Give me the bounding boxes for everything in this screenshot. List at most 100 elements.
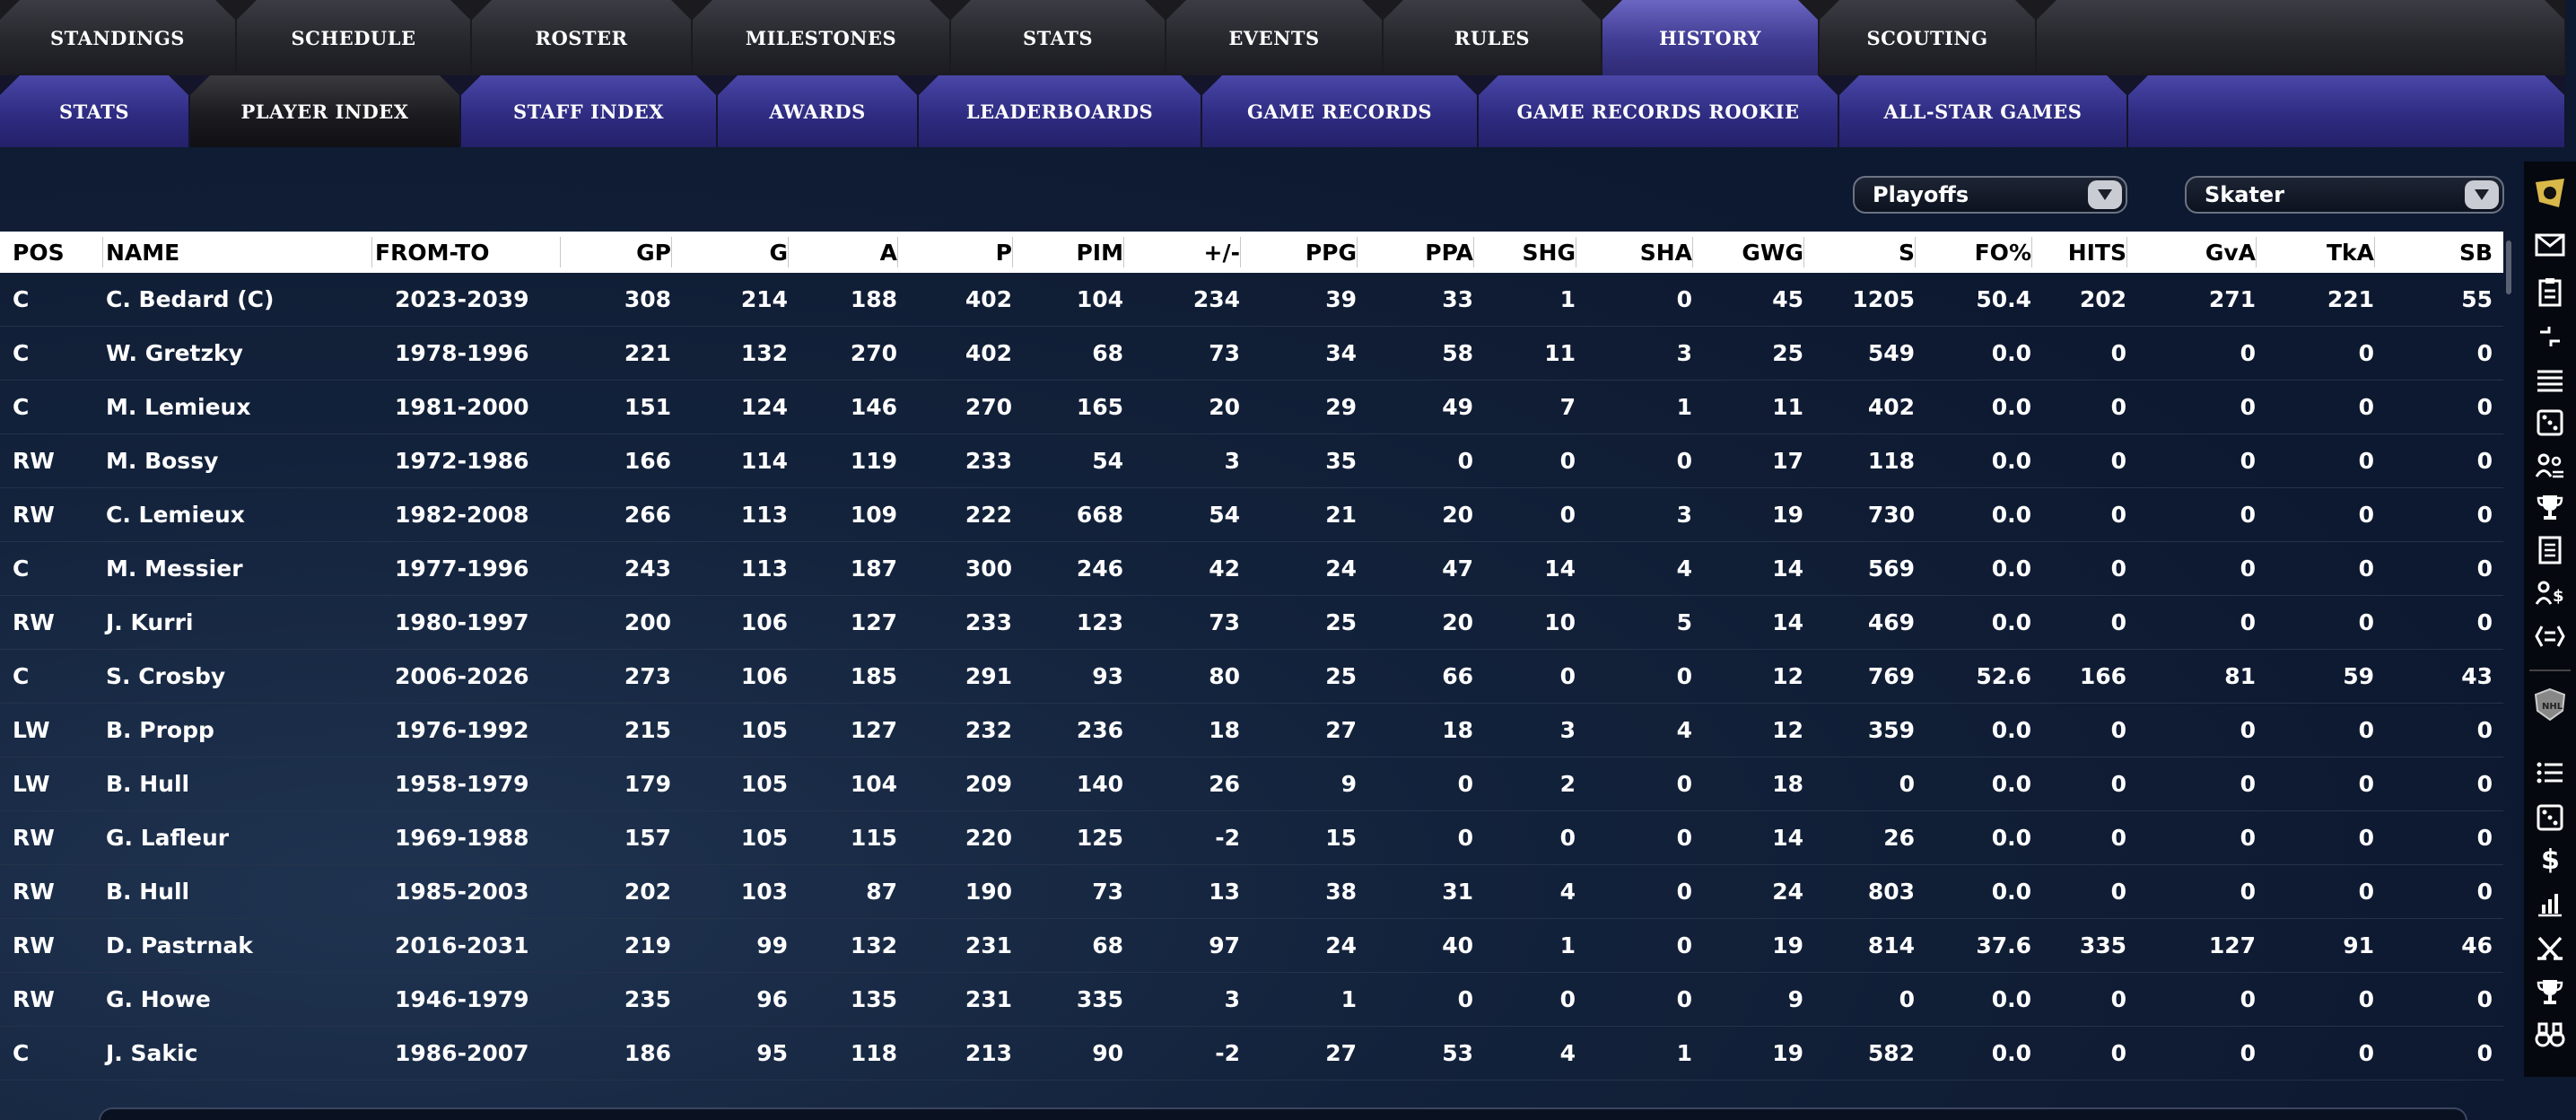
table-row[interactable]: RW J. Kurri 1980-1997 200 106 127 233 123 73 25 20…	[0, 596, 2503, 650]
subtab-game-records-rookie[interactable]: GAME RECORDS ROOKIE	[1479, 75, 1838, 147]
dice-icon[interactable]	[2531, 404, 2569, 442]
trophy-icon[interactable]	[2531, 488, 2569, 526]
column-header-ppa[interactable]: PPA	[1360, 232, 1473, 273]
cell-name[interactable]: M. Lemieux	[106, 381, 357, 433]
tab-scouting[interactable]: SCOUTING	[1820, 0, 2035, 75]
dollar-icon[interactable]: $	[2531, 840, 2569, 878]
cell-name[interactable]: B. Hull	[106, 757, 357, 810]
subtab-leaderboards[interactable]: LEADERBOARDS	[919, 75, 1201, 147]
column-separator[interactable]	[560, 237, 561, 267]
tab-milestones[interactable]: MILESTONES	[693, 0, 949, 75]
cell-name[interactable]: J. Kurri	[106, 596, 357, 649]
document-icon[interactable]	[2531, 531, 2569, 569]
column-header-gwg[interactable]: GWG	[1696, 232, 1803, 273]
player-type-dropdown[interactable]: Skater	[2185, 176, 2504, 214]
column-separator[interactable]	[1473, 237, 1474, 267]
cell-name[interactable]: W. Gretzky	[106, 327, 357, 380]
column-header-from-to[interactable]: FROM-TO	[375, 232, 546, 273]
column-header-giveaways[interactable]: GvA	[2130, 232, 2256, 273]
column-separator[interactable]	[1357, 237, 1358, 267]
dice-icon[interactable]	[2531, 799, 2569, 836]
cell-name[interactable]: M. Messier	[106, 542, 357, 595]
table-scrollbar[interactable]	[2503, 232, 2519, 1093]
column-header-plus-minus[interactable]: +/-	[1127, 232, 1240, 273]
bar-chart-icon[interactable]	[2531, 885, 2569, 923]
column-separator[interactable]	[1692, 237, 1693, 267]
transfer-icon[interactable]	[2531, 318, 2569, 355]
table-row[interactable]: RW B. Hull 1985-2003 202 103 87 190 73 13 38 31 4 0 2…	[0, 865, 2503, 919]
table-row[interactable]: C S. Crosby 2006-2026 273 106 185 291 93 80 25 66 0…	[0, 650, 2503, 704]
trophy-icon[interactable]	[2531, 973, 2569, 1011]
column-separator[interactable]	[2126, 237, 2127, 267]
column-separator[interactable]	[788, 237, 789, 267]
column-header-gp[interactable]: GP	[563, 232, 671, 273]
column-header-a[interactable]: A	[791, 232, 897, 273]
column-header-g[interactable]: G	[675, 232, 788, 273]
column-header-sha[interactable]: SHA	[1579, 232, 1692, 273]
subtab-all-star-games[interactable]: ALL-STAR GAMES	[1839, 75, 2126, 147]
cell-name[interactable]: C. Lemieux	[106, 488, 357, 541]
finance-staff-icon[interactable]: $	[2531, 574, 2569, 612]
tab-standings[interactable]: STANDINGS	[0, 0, 235, 75]
column-header-p[interactable]: P	[901, 232, 1012, 273]
column-separator[interactable]	[671, 237, 672, 267]
cell-name[interactable]: M. Bossy	[106, 434, 357, 487]
cell-name[interactable]: B. Propp	[106, 704, 357, 757]
season-type-dropdown[interactable]: Playoffs	[1853, 176, 2127, 214]
column-header-shots-blocked[interactable]: SB	[2378, 232, 2493, 273]
table-row[interactable]: LW B. Propp 1976-1992 215 105 127 232 236 18 27 18…	[0, 704, 2503, 757]
tab-roster[interactable]: ROSTER	[472, 0, 691, 75]
column-separator[interactable]	[2374, 237, 2375, 267]
column-separator[interactable]	[2031, 237, 2032, 267]
staff-icon[interactable]	[2531, 447, 2569, 485]
column-separator[interactable]	[371, 237, 372, 267]
subtab-player-index[interactable]: PLAYER INDEX	[190, 75, 459, 147]
column-separator[interactable]	[1240, 237, 1241, 267]
tab-stats[interactable]: STATS	[951, 0, 1165, 75]
table-row[interactable]: RW M. Bossy 1972-1986 166 114 119 233 54 3 35 0 0 0 1…	[0, 434, 2503, 488]
tab-schedule[interactable]: SCHEDULE	[237, 0, 470, 75]
column-header-faceoff-pct[interactable]: FO%	[1918, 232, 2031, 273]
column-header-pim[interactable]: PIM	[1016, 232, 1123, 273]
crossed-sticks-icon[interactable]	[2531, 930, 2569, 967]
column-separator[interactable]	[897, 237, 898, 267]
cell-name[interactable]: J. Sakic	[106, 1027, 357, 1080]
tab-rules[interactable]: RULES	[1384, 0, 1601, 75]
bullet-list-icon[interactable]	[2531, 754, 2569, 792]
subtab-staff-index[interactable]: STAFF INDEX	[461, 75, 716, 147]
column-separator[interactable]	[1803, 237, 1804, 267]
table-row[interactable]: RW D. Pastrnak 2016-2031 219 99 132 231 68 97 24 4…	[0, 919, 2503, 973]
cell-name[interactable]: G. Howe	[106, 973, 357, 1026]
column-separator[interactable]	[1012, 237, 1013, 267]
tab-history[interactable]: HISTORY	[1602, 0, 1818, 75]
column-separator[interactable]	[1123, 237, 1124, 267]
column-header-shg[interactable]: SHG	[1477, 232, 1576, 273]
table-row[interactable]: C M. Lemieux 1981-2000 151 124 146 270 165 20 29 4…	[0, 381, 2503, 434]
tab-events[interactable]: EVENTS	[1166, 0, 1382, 75]
column-header-name[interactable]: NAME	[106, 232, 357, 273]
table-row[interactable]: C J. Sakic 1986-2007 186 95 118 213 90 -2 27 53 4 1 1…	[0, 1027, 2503, 1081]
table-row[interactable]: RW G. Lafleur 1969-1988 157 105 115 220 125 -2 15…	[0, 811, 2503, 865]
team-logo-icon[interactable]	[2531, 174, 2569, 212]
column-separator[interactable]	[1915, 237, 1916, 267]
column-header-pos[interactable]: POS	[13, 232, 93, 273]
cell-name[interactable]: S. Crosby	[106, 650, 357, 703]
column-header-ppg[interactable]: PPG	[1244, 232, 1357, 273]
column-separator[interactable]	[2256, 237, 2257, 267]
column-header-shots[interactable]: S	[1807, 232, 1915, 273]
column-header-hits[interactable]: HITS	[2035, 232, 2126, 273]
column-header-takeaways[interactable]: TkA	[2259, 232, 2374, 273]
subtab-awards[interactable]: AWARDS	[718, 75, 917, 147]
trade-icon[interactable]	[2531, 617, 2569, 655]
table-row[interactable]: C C. Bedard (C) 2023-2039 308 214 188 402 104 23…	[0, 273, 2503, 327]
subtab-game-records[interactable]: GAME RECORDS	[1202, 75, 1477, 147]
binoculars-icon[interactable]	[2531, 1016, 2569, 1054]
cell-name[interactable]: G. Lafleur	[106, 811, 357, 864]
mail-icon[interactable]	[2531, 226, 2569, 264]
scrollbar-thumb[interactable]	[2506, 241, 2511, 294]
table-row[interactable]: C M. Messier 1977-1996 243 113 187 300 246 42 24 4…	[0, 542, 2503, 596]
cell-name[interactable]: B. Hull	[106, 865, 357, 918]
subtab-stats[interactable]: STATS	[0, 75, 188, 147]
column-separator[interactable]	[102, 237, 103, 267]
league-logo-icon[interactable]: NHL	[2531, 686, 2569, 723]
